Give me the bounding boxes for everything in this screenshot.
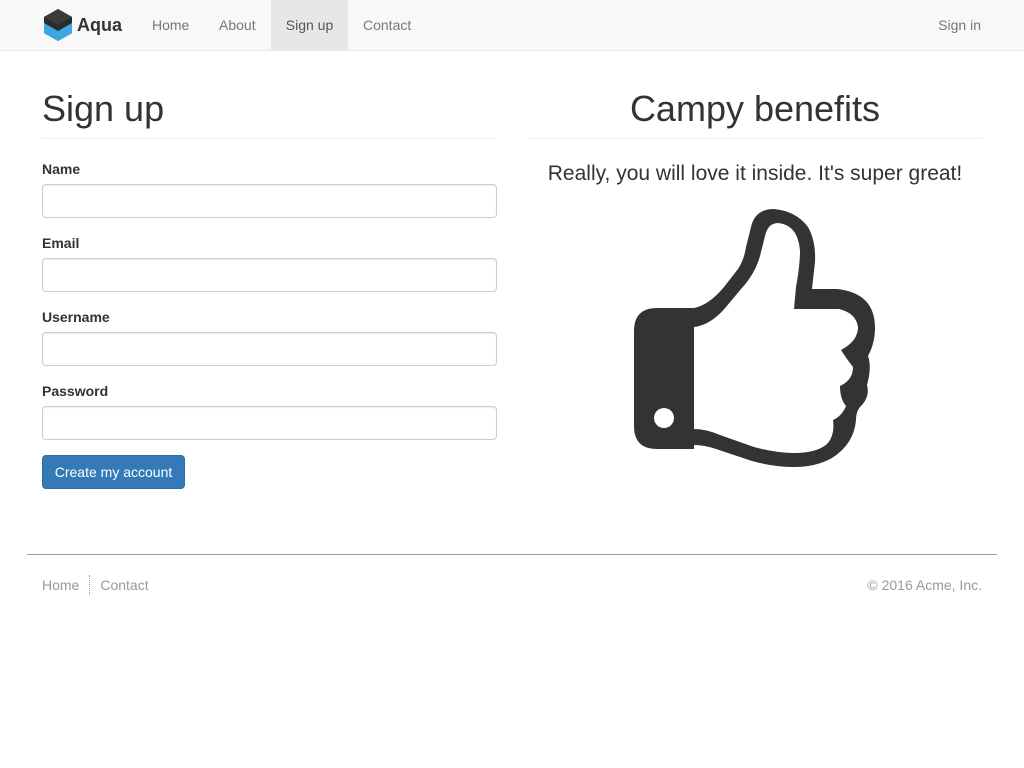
benefits-lead: Really, you will love it inside. It's su…	[547, 162, 963, 185]
signup-title: Sign up	[42, 88, 165, 129]
navbar: Aqua Home About Sign up Contact Sign in	[0, 0, 1024, 51]
footer-contact-link[interactable]: Contact	[100, 577, 148, 593]
nav-signin-link[interactable]: Sign in	[923, 0, 996, 50]
footer-links: Home Contact	[42, 575, 149, 595]
signup-title-divider	[42, 138, 496, 139]
password-label: Password	[42, 383, 109, 399]
name-field[interactable]	[42, 184, 497, 218]
footer-home-link[interactable]: Home	[42, 577, 79, 593]
username-label: Username	[42, 309, 110, 325]
username-field[interactable]	[42, 332, 497, 366]
thumbs-up-icon	[634, 209, 875, 467]
password-field[interactable]	[42, 406, 497, 440]
benefits-title-divider	[528, 138, 982, 139]
brand-logo-icon	[44, 9, 72, 41]
copyright: © 2016 Acme, Inc.	[867, 577, 982, 593]
nav-about-link[interactable]: About	[204, 0, 271, 50]
email-field[interactable]	[42, 258, 497, 292]
footer-separator	[89, 575, 91, 595]
nav-home-link[interactable]: Home	[137, 0, 204, 50]
benefits-title: Campy benefits	[629, 88, 881, 129]
nav-signup-link[interactable]: Sign up	[271, 0, 348, 50]
name-label: Name	[42, 161, 81, 177]
nav-contact-link[interactable]: Contact	[348, 0, 426, 50]
footer-divider	[27, 554, 997, 555]
email-label: Email	[42, 235, 80, 251]
brand-name: Aqua	[77, 14, 122, 35]
brand-link[interactable]: Aqua	[42, 8, 122, 42]
create-account-button[interactable]: Create my account	[42, 455, 185, 489]
